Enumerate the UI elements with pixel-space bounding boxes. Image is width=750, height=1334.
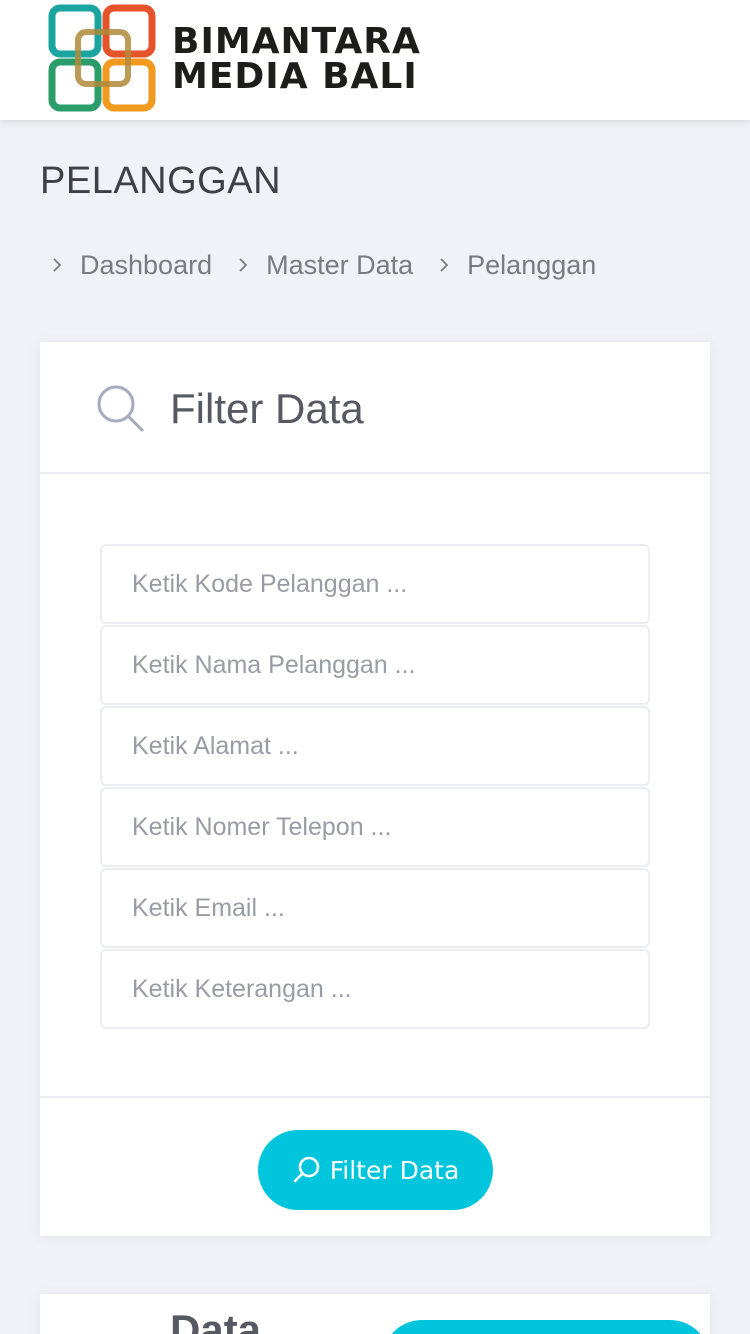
nomer-telepon-input[interactable] bbox=[100, 787, 650, 867]
email-input[interactable] bbox=[100, 868, 650, 948]
breadcrumb-label[interactable]: Dashboard bbox=[80, 250, 212, 281]
data-card-title: Data bbox=[170, 1306, 262, 1334]
search-icon bbox=[97, 385, 144, 432]
chevron-right-icon bbox=[440, 258, 449, 272]
filter-data-button[interactable]: Filter Data bbox=[258, 1130, 493, 1210]
kode-pelanggan-input[interactable] bbox=[100, 544, 650, 624]
breadcrumb-item-pelanggan[interactable]: Pelanggan bbox=[435, 250, 596, 281]
chevron-right-icon bbox=[239, 258, 248, 272]
top-bar: BIMANTARA MEDIA BALI bbox=[0, 0, 750, 120]
brand-name-line1: BIMANTARA bbox=[172, 21, 421, 62]
nama-pelanggan-input[interactable] bbox=[100, 625, 650, 705]
page-title: PELANGGAN bbox=[40, 160, 282, 202]
chevron-right-icon bbox=[53, 258, 62, 272]
breadcrumb-label[interactable]: Pelanggan bbox=[467, 250, 596, 281]
search-icon bbox=[293, 1156, 320, 1183]
breadcrumb-label[interactable]: Master Data bbox=[266, 250, 413, 281]
brand-name: BIMANTARA MEDIA BALI bbox=[172, 21, 421, 97]
filter-card-header: Filter Data bbox=[40, 342, 710, 474]
breadcrumb: Dashboard Master Data Pelanggan bbox=[48, 248, 618, 282]
filter-card-title: Filter Data bbox=[170, 385, 364, 432]
filter-card-footer: Filter Data bbox=[40, 1096, 710, 1236]
brand-logo-mark bbox=[48, 4, 156, 112]
keterangan-input[interactable] bbox=[100, 949, 650, 1029]
data-card-action-button[interactable] bbox=[382, 1320, 710, 1334]
brand-name-line2: MEDIA BALI bbox=[172, 56, 418, 97]
filter-form bbox=[100, 544, 652, 1030]
filter-card: Filter Data Filter Data bbox=[40, 342, 710, 1236]
breadcrumb-item-master-data[interactable]: Master Data bbox=[234, 250, 413, 281]
breadcrumb-item-dashboard[interactable]: Dashboard bbox=[48, 250, 212, 281]
brand-logo[interactable]: BIMANTARA MEDIA BALI bbox=[48, 2, 430, 116]
alamat-input[interactable] bbox=[100, 706, 650, 786]
data-card: Data bbox=[40, 1294, 710, 1334]
filter-data-button-label: Filter Data bbox=[329, 1155, 460, 1185]
